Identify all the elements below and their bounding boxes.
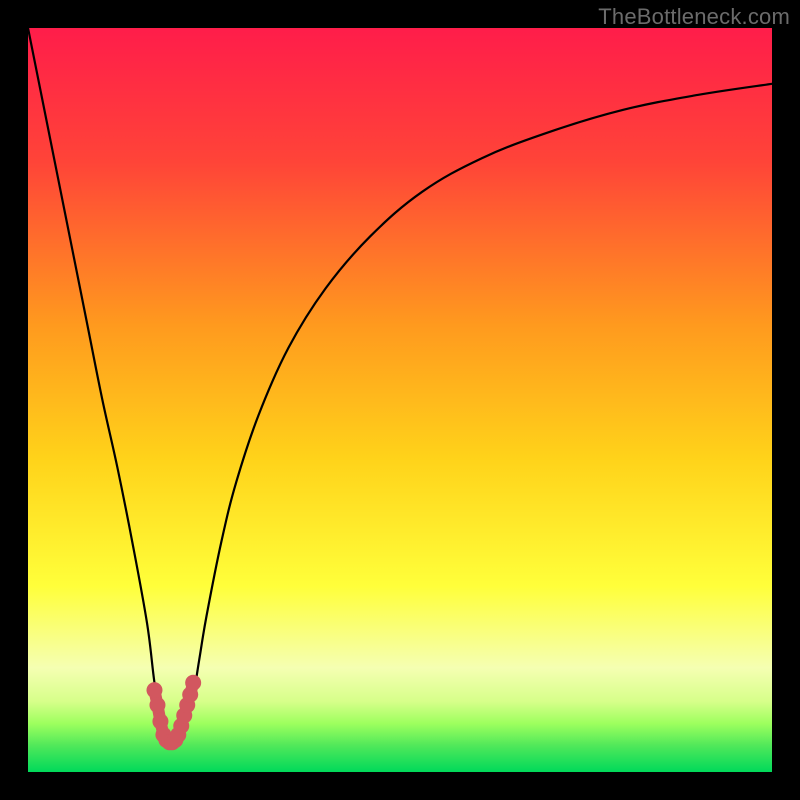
- chart-frame: TheBottleneck.com: [0, 0, 800, 800]
- highlight-markers: [146, 675, 201, 751]
- watermark-text: TheBottleneck.com: [598, 4, 790, 30]
- plot-area: [28, 28, 772, 772]
- marker-dot: [152, 713, 168, 729]
- marker-dot: [146, 682, 162, 698]
- bottleneck-curve: [28, 28, 772, 743]
- curve-layer: [28, 28, 772, 772]
- marker-dot: [185, 675, 201, 691]
- marker-dot: [149, 697, 165, 713]
